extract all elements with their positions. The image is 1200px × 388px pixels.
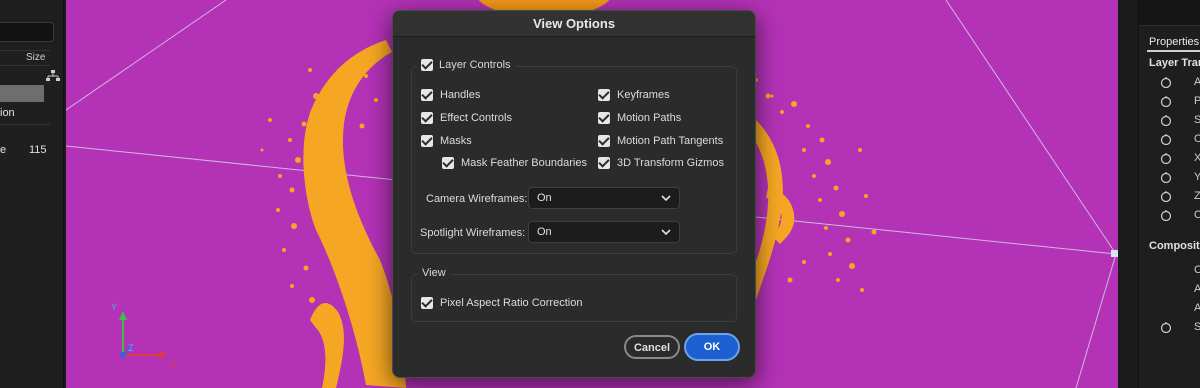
tab-underline bbox=[1147, 50, 1200, 52]
camera-wireframes-value: On bbox=[537, 192, 552, 204]
property-row[interactable]: X bbox=[1139, 150, 1200, 168]
stopwatch-icon[interactable] bbox=[1160, 133, 1172, 145]
selected-project-item[interactable] bbox=[0, 85, 44, 102]
view-options-dialog: View Options Layer Controls Handles Effe… bbox=[392, 10, 756, 378]
property-label: Z bbox=[1194, 190, 1200, 202]
camera-wireframes-label: Camera Wireframes: bbox=[426, 193, 528, 205]
property-label: P bbox=[1194, 95, 1200, 107]
stopwatch-icon[interactable] bbox=[1160, 114, 1172, 126]
flowchart-icon[interactable] bbox=[46, 70, 60, 82]
spotlight-wireframes-label: Spotlight Wireframes: bbox=[420, 227, 526, 239]
chevron-down-icon bbox=[661, 229, 671, 236]
keyframes-option[interactable]: Keyframes bbox=[598, 89, 670, 101]
chevron-down-icon bbox=[661, 195, 671, 202]
tab-properties[interactable]: Properties: bbox=[1149, 36, 1200, 48]
handles-option[interactable]: Handles bbox=[421, 89, 480, 101]
divider bbox=[0, 124, 50, 125]
masks-checkbox[interactable] bbox=[421, 135, 433, 147]
axis-label-x: X bbox=[170, 360, 176, 370]
ok-button[interactable]: OK bbox=[684, 333, 740, 361]
property-row[interactable]: S bbox=[1139, 112, 1200, 130]
masks-option[interactable]: Masks bbox=[421, 135, 472, 147]
property-row[interactable]: C bbox=[1139, 262, 1200, 280]
panel-toolbar bbox=[1139, 0, 1200, 26]
pixel-aspect-label: Pixel Aspect Ratio Correction bbox=[440, 297, 583, 309]
property-row[interactable]: Y bbox=[1139, 169, 1200, 187]
motion-paths-option[interactable]: Motion Paths bbox=[598, 112, 681, 124]
masks-label: Masks bbox=[440, 135, 472, 147]
motion-path-tangents-option[interactable]: Motion Path Tangents bbox=[598, 135, 723, 147]
keyframes-checkbox[interactable] bbox=[598, 89, 610, 101]
stopwatch-icon[interactable] bbox=[1160, 209, 1172, 221]
mask-feather-option[interactable]: Mask Feather Boundaries bbox=[442, 157, 587, 169]
effect-controls-label: Effect Controls bbox=[440, 112, 512, 124]
3d-gizmos-checkbox[interactable] bbox=[598, 157, 610, 169]
pixel-aspect-option[interactable]: Pixel Aspect Ratio Correction bbox=[421, 297, 582, 309]
property-row[interactable]: A bbox=[1139, 300, 1200, 318]
spotlight-wireframes-select[interactable]: On bbox=[528, 221, 680, 243]
project-search-input[interactable] bbox=[0, 22, 54, 42]
property-label: S bbox=[1194, 321, 1200, 333]
layer-controls-checkbox[interactable] bbox=[421, 59, 433, 71]
property-label: A bbox=[1194, 76, 1200, 88]
property-label: A bbox=[1194, 302, 1200, 314]
3d-axis-gizmo[interactable] bbox=[119, 311, 167, 359]
property-row[interactable]: O bbox=[1139, 131, 1200, 149]
property-row[interactable]: A bbox=[1139, 281, 1200, 299]
view-group-label: View bbox=[422, 267, 446, 279]
property-row[interactable]: P bbox=[1139, 93, 1200, 111]
project-item-label-2[interactable]: e bbox=[0, 144, 6, 156]
stopwatch-icon[interactable] bbox=[1160, 321, 1172, 333]
handles-checkbox[interactable] bbox=[421, 89, 433, 101]
view-group-legend: View bbox=[418, 267, 450, 279]
property-label: X bbox=[1194, 152, 1200, 164]
property-row[interactable]: A bbox=[1139, 74, 1200, 92]
property-label: C bbox=[1194, 264, 1200, 276]
motion-paths-checkbox[interactable] bbox=[598, 112, 610, 124]
handles-label: Handles bbox=[440, 89, 481, 101]
axis-label-z: Z bbox=[128, 343, 134, 353]
property-label: O bbox=[1194, 209, 1200, 221]
spotlight-wireframes-value: On bbox=[537, 226, 552, 238]
property-label: S bbox=[1194, 114, 1200, 126]
wireframe-handle[interactable] bbox=[1111, 250, 1118, 257]
3d-gizmos-option[interactable]: 3D Transform Gizmos bbox=[598, 157, 724, 169]
property-row[interactable]: O bbox=[1139, 207, 1200, 225]
project-item-label[interactable]: ion bbox=[0, 107, 15, 119]
effect-controls-option[interactable]: Effect Controls bbox=[421, 112, 512, 124]
mask-feather-label: Mask Feather Boundaries bbox=[461, 157, 587, 169]
pixel-aspect-checkbox[interactable] bbox=[421, 297, 433, 309]
dialog-title: View Options bbox=[532, 16, 616, 31]
section-compositing[interactable]: Compositing bbox=[1149, 240, 1200, 252]
camera-wireframes-select[interactable]: On bbox=[528, 187, 680, 209]
cancel-button[interactable]: Cancel bbox=[624, 335, 680, 359]
3d-gizmos-label: 3D Transform Gizmos bbox=[617, 157, 724, 169]
stopwatch-icon[interactable] bbox=[1160, 190, 1172, 202]
property-row[interactable]: S bbox=[1139, 319, 1200, 337]
property-label: Y bbox=[1194, 171, 1200, 183]
project-panel: Size ion e 115 bbox=[0, 0, 64, 388]
motion-path-tangents-label: Motion Path Tangents bbox=[617, 135, 724, 147]
stopwatch-icon[interactable] bbox=[1160, 76, 1172, 88]
layer-controls-toggle[interactable]: Layer Controls bbox=[417, 59, 515, 71]
stopwatch-icon[interactable] bbox=[1160, 171, 1172, 183]
dialog-titlebar[interactable]: View Options bbox=[393, 11, 755, 37]
stopwatch-icon[interactable] bbox=[1160, 152, 1172, 164]
axis-label-y: Y bbox=[111, 302, 117, 312]
layer-controls-label: Layer Controls bbox=[439, 59, 511, 71]
motion-path-tangents-checkbox[interactable] bbox=[598, 135, 610, 147]
stopwatch-icon[interactable] bbox=[1160, 95, 1172, 107]
effect-controls-checkbox[interactable] bbox=[421, 112, 433, 124]
properties-panel: Properties: Layer Trans A P S O X Y Z O … bbox=[1138, 0, 1200, 388]
property-label: A bbox=[1194, 283, 1200, 295]
property-label: O bbox=[1194, 133, 1200, 145]
section-layer-transform[interactable]: Layer Trans bbox=[1149, 57, 1200, 69]
motion-paths-label: Motion Paths bbox=[617, 112, 682, 124]
size-column-header[interactable]: Size bbox=[26, 52, 45, 63]
keyframes-label: Keyframes bbox=[617, 89, 670, 101]
property-row[interactable]: Z bbox=[1139, 188, 1200, 206]
project-item-size: 115 bbox=[29, 144, 47, 156]
mask-feather-checkbox[interactable] bbox=[442, 157, 454, 169]
